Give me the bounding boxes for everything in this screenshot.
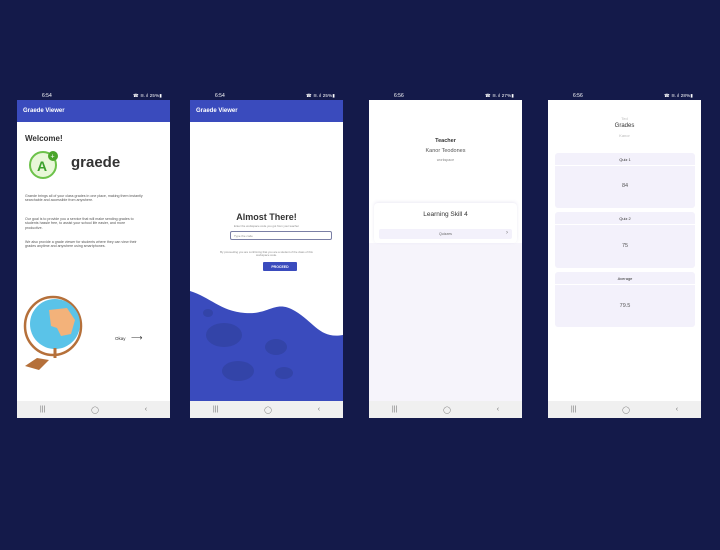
app-title: Graede Viewer — [196, 108, 238, 114]
grade-card: Quiz 2 75 — [555, 212, 695, 268]
grade-card: Average 79.5 — [555, 272, 695, 327]
teacher-name: Kanor Teodones — [425, 148, 466, 154]
intro-paragraph-1: Graede brings all of your class grades i… — [25, 194, 143, 203]
intro-paragraph-2: Our goal is to provide you a service tha… — [25, 217, 134, 230]
globe-illustration-icon — [19, 290, 91, 370]
chevron-right-icon: › — [506, 230, 508, 236]
grade-card: Quiz 1 84 — [555, 153, 695, 208]
okay-button[interactable]: Okay — [115, 336, 126, 341]
instruction-text: Enter the workspace code you got from yo… — [234, 224, 299, 228]
grades-screen: Ted Grades Kanor Quiz 1 84 Quiz 2 75 Ave… — [548, 100, 701, 418]
recent-apps-icon[interactable]: ||| — [571, 406, 576, 413]
almost-there-heading: Almost There! — [236, 212, 297, 222]
recent-apps-icon[interactable]: ||| — [213, 406, 218, 413]
status-icons: ☎ ≋.ıl 25%▮ — [132, 92, 162, 98]
teacher-label: Teacher — [435, 138, 456, 144]
top-label: Ted — [621, 116, 628, 121]
android-nav-bar: ||| ◯ ‹ — [17, 401, 170, 418]
workspace-code-input[interactable]: Type the code — [230, 231, 332, 240]
consent-text: By proceeding you are confirming that yo… — [220, 250, 313, 258]
status-bar: 6:56 ☎ ≋.ıl 28%▮ — [548, 91, 701, 100]
wave-decoration — [190, 291, 343, 401]
grades-heading: Grades — [614, 123, 635, 129]
android-nav-bar: ||| ◯ ‹ — [548, 401, 701, 418]
subject-title: Learning Skill 4 — [423, 211, 468, 218]
home-icon[interactable]: ◯ — [264, 406, 272, 414]
svg-text:A: A — [37, 158, 47, 174]
status-time: 6:54 — [42, 92, 52, 99]
android-nav-bar: ||| ◯ ‹ — [190, 401, 343, 418]
svg-text:+: + — [51, 154, 55, 161]
workspace-code-screen: Graede Viewer Almost There! Enter the wo… — [190, 100, 343, 418]
status-time: 6:54 — [215, 92, 225, 99]
grade-card-header: Quiz 1 — [555, 153, 695, 166]
proceed-button[interactable]: PROCEED — [263, 262, 297, 271]
status-bar: 6:54 ☎ ≋.ıl 25%▮ — [190, 91, 343, 100]
status-icons: ☎ ≋.ıl 25%▮ — [305, 92, 335, 98]
grade-card-header: Average — [555, 272, 695, 285]
home-icon[interactable]: ◯ — [622, 406, 630, 414]
back-icon[interactable]: ‹ — [318, 406, 320, 413]
status-icons: ☎ ≋.ıl 27%▮ — [484, 92, 514, 98]
back-icon[interactable]: ‹ — [497, 406, 499, 413]
welcome-heading: Welcome! — [25, 134, 63, 143]
app-bar: Graede Viewer — [190, 100, 343, 122]
graede-logo-icon: A + — [27, 148, 61, 180]
arrow-right-icon[interactable]: ⟶ — [131, 333, 142, 342]
student-label: Kanor — [619, 133, 630, 138]
workspace-label: workspace — [436, 158, 455, 162]
subject-card: Learning Skill 4 Quizzes › — [374, 203, 517, 243]
content-background — [369, 243, 522, 401]
home-icon[interactable]: ◯ — [443, 406, 451, 414]
welcome-screen: Graede Viewer Welcome! A + graede Graede… — [17, 100, 170, 418]
app-title: Graede Viewer — [23, 108, 65, 114]
status-icons: ☎ ≋.ıl 28%▮ — [663, 92, 693, 98]
quizzes-item[interactable]: Quizzes › — [379, 229, 512, 239]
grade-card-value: 75 — [621, 243, 629, 249]
home-icon[interactable]: ◯ — [91, 406, 99, 414]
brand-name: graede — [71, 154, 121, 171]
recent-apps-icon[interactable]: ||| — [40, 406, 45, 413]
intro-paragraph-3: We also provide a grade viewer for stude… — [25, 240, 137, 249]
back-icon[interactable]: ‹ — [145, 406, 147, 413]
grade-card-header: Quiz 2 — [555, 212, 695, 225]
android-nav-bar: ||| ◯ ‹ — [369, 401, 522, 418]
status-time: 6:56 — [394, 92, 404, 99]
app-bar: Graede Viewer — [17, 100, 170, 122]
recent-apps-icon[interactable]: ||| — [392, 406, 397, 413]
grade-card-value: 84 — [621, 183, 629, 189]
grade-card-value: 79.5 — [619, 303, 631, 309]
quizzes-label: Quizzes — [439, 232, 452, 236]
back-icon[interactable]: ‹ — [676, 406, 678, 413]
subject-screen: Teacher Kanor Teodones workspace Learnin… — [369, 100, 522, 418]
status-bar: 6:54 ☎ ≋.ıl 25%▮ — [17, 91, 170, 100]
status-time: 6:56 — [573, 92, 583, 99]
status-bar: 6:56 ☎ ≋.ıl 27%▮ — [369, 91, 522, 100]
